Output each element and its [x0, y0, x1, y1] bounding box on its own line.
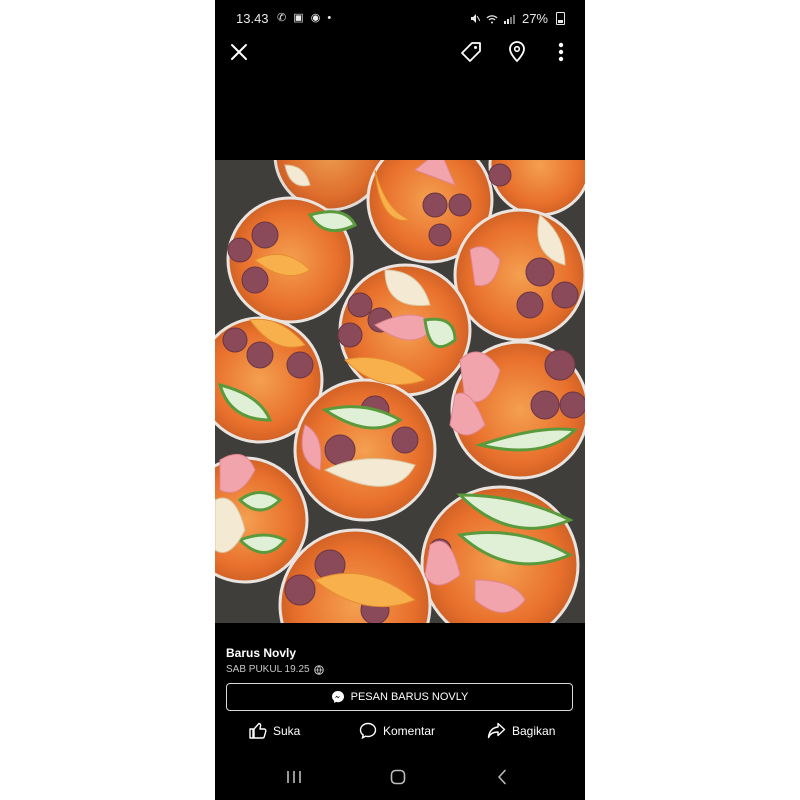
- location-pin-icon: [509, 41, 525, 63]
- battery-icon: [556, 12, 565, 25]
- share-label: Bagikan: [512, 723, 556, 738]
- more-options-button[interactable]: [549, 38, 573, 66]
- post-actions: Suka Komentar Bagikan: [215, 722, 585, 744]
- messenger-icon: [331, 691, 344, 703]
- message-button[interactable]: PESAN BARUS NOVLY: [226, 683, 573, 711]
- gallery-icon: ▣: [293, 12, 306, 24]
- post-photo[interactable]: [215, 160, 585, 623]
- recent-apps-icon: [287, 771, 301, 783]
- tag-button[interactable]: [457, 38, 485, 66]
- message-button-label: PESAN BARUS NOVLY: [350, 691, 469, 703]
- wifi-icon: [486, 14, 498, 23]
- post-author[interactable]: Barus Novly: [226, 646, 574, 660]
- recent-apps-button[interactable]: [279, 766, 309, 788]
- notification-icons: ✆ ▣ ◉ •: [277, 11, 333, 24]
- system-navigation-bar: [215, 762, 585, 792]
- whatsapp-icon: ✆: [277, 12, 289, 24]
- fruit-cups-photo: [215, 160, 585, 623]
- share-button[interactable]: Bagikan: [487, 722, 555, 739]
- like-button[interactable]: Suka: [249, 722, 300, 739]
- battery-level: 27%: [521, 11, 548, 26]
- thumbs-up-icon: [249, 722, 267, 739]
- more-vertical-icon: [558, 42, 564, 62]
- comment-button[interactable]: Komentar: [359, 722, 435, 739]
- comment-icon: [359, 722, 377, 739]
- phone-screen: 13.43 ✆ ▣ ◉ • 27% Barus Novly SAB PUKUL …: [215, 0, 585, 800]
- photo-viewer-toolbar: [215, 38, 585, 70]
- home-icon: [390, 769, 406, 785]
- post-info: Barus Novly SAB PUKUL 19.25: [226, 646, 574, 675]
- timestamp-text: SAB PUKUL 19.25: [226, 664, 310, 675]
- comment-label: Komentar: [383, 723, 436, 738]
- share-icon: [487, 722, 506, 739]
- dot-icon: •: [327, 12, 334, 24]
- back-icon: [498, 769, 506, 785]
- close-icon: [231, 44, 247, 60]
- system-icons: 27%: [470, 11, 565, 26]
- signal-icon: [503, 14, 515, 24]
- tag-icon: [461, 42, 481, 62]
- like-label: Suka: [273, 723, 301, 738]
- back-button[interactable]: [487, 766, 517, 788]
- close-button[interactable]: [225, 38, 253, 66]
- status-bar: 13.43 ✆ ▣ ◉ • 27%: [215, 8, 585, 30]
- mute-icon: [470, 14, 480, 23]
- globe-icon: [313, 664, 324, 675]
- chrome-icon: ◉: [310, 12, 323, 24]
- post-timestamp: SAB PUKUL 19.25: [226, 664, 574, 675]
- location-button[interactable]: [503, 38, 531, 66]
- status-time: 13.43: [236, 11, 269, 26]
- home-button[interactable]: [383, 766, 413, 788]
